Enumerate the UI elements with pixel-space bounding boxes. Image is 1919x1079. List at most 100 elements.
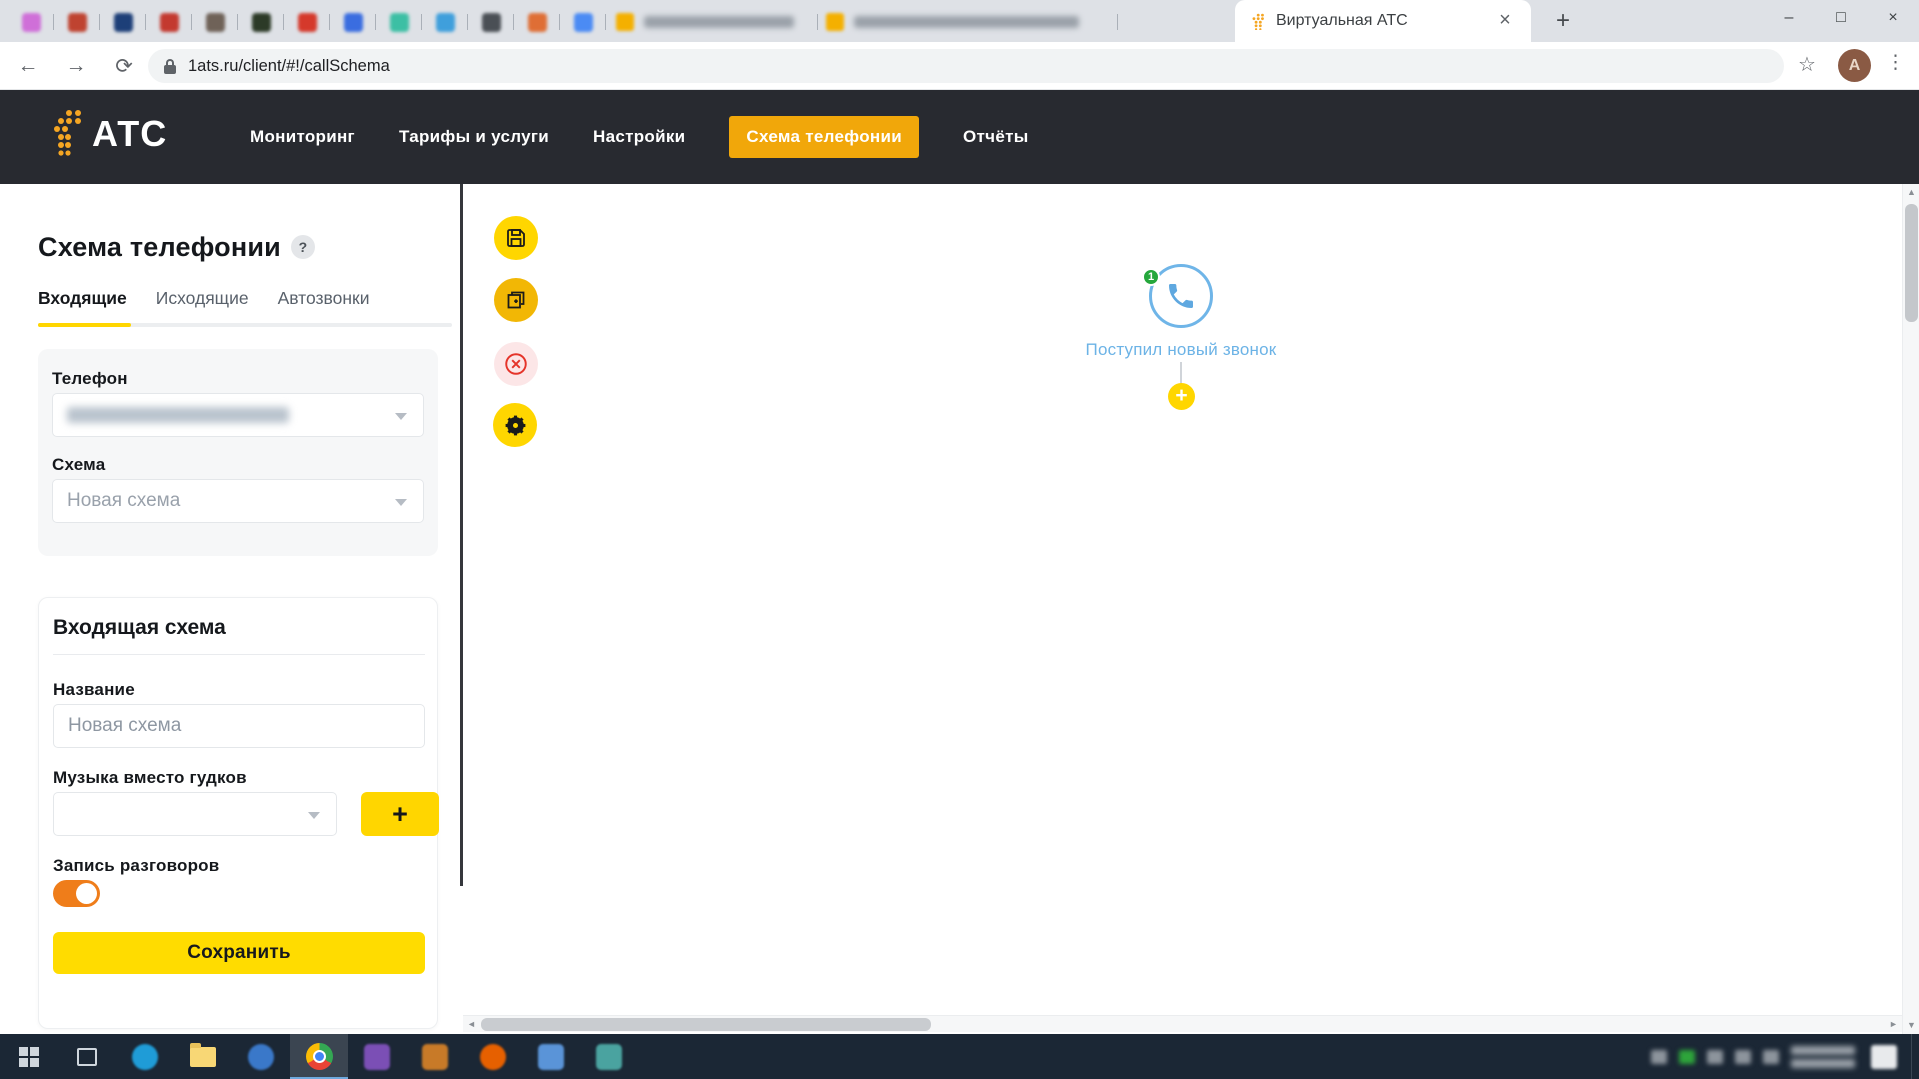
pinned-tab[interactable] [192, 5, 238, 39]
tab-underline-track [38, 323, 452, 327]
vertical-scrollbar[interactable]: ▲ ▼ [1902, 184, 1919, 1034]
site-favicon [1249, 13, 1266, 30]
add-music-button[interactable]: + [361, 792, 439, 836]
save-schema-button[interactable] [494, 216, 538, 260]
horizontal-scroll-thumb[interactable] [481, 1018, 931, 1031]
nav-item-monitoring[interactable]: Мониторинг [250, 127, 355, 147]
card-divider [53, 654, 425, 655]
copy-schema-button[interactable] [494, 278, 538, 322]
tray-icon-blurred[interactable] [1679, 1050, 1695, 1064]
app-logo[interactable]: АТС [52, 108, 167, 160]
taskbar-icon-app-purple[interactable] [348, 1034, 406, 1079]
node-label[interactable]: Поступил новый звонок [1031, 340, 1331, 360]
add-node-button[interactable]: + [1168, 383, 1195, 410]
schema-select[interactable]: Новая схема [52, 479, 424, 523]
bookmark-star-icon[interactable]: ☆ [1798, 52, 1816, 77]
toggle-knob [76, 883, 97, 904]
tab-autocalls[interactable]: Автозвонки [278, 288, 370, 323]
gear-icon [503, 413, 528, 438]
task-view-button[interactable] [58, 1034, 116, 1079]
save-button[interactable]: Сохранить [53, 932, 425, 974]
nav-item-reports[interactable]: Отчёты [963, 127, 1029, 147]
scroll-left-arrow[interactable]: ◄ [463, 1016, 480, 1033]
incoming-schema-card: Входящая схема Название Музыка вместо гу… [38, 597, 438, 1029]
phone-icon [1165, 280, 1197, 312]
help-icon[interactable]: ? [291, 235, 315, 259]
tab-incoming[interactable]: Входящие [38, 288, 127, 323]
tab-close-icon[interactable]: × [1493, 9, 1517, 33]
taskbar-icon-chrome[interactable] [290, 1034, 348, 1079]
firefox-icon [480, 1044, 506, 1070]
nav-item-settings[interactable]: Настройки [593, 127, 685, 147]
window-close-button[interactable]: × [1867, 0, 1919, 36]
horizontal-scrollbar[interactable]: ◄ ► [463, 1015, 1902, 1032]
taskbar-icon-app-amber[interactable] [406, 1034, 464, 1079]
browser-avatar[interactable]: A [1838, 49, 1871, 82]
pinned-tab[interactable] [8, 5, 54, 39]
nav-item-tariffs[interactable]: Тарифы и услуги [399, 127, 549, 147]
pinned-tab[interactable] [330, 5, 376, 39]
scroll-right-arrow[interactable]: ► [1885, 1016, 1902, 1033]
window-maximize-button[interactable]: □ [1815, 0, 1867, 36]
taskbar [0, 1034, 1919, 1079]
pinned-tab[interactable] [560, 5, 606, 39]
delete-schema-button[interactable] [494, 342, 538, 386]
browser-tab-blurred[interactable] [816, 5, 1116, 39]
scroll-up-arrow[interactable]: ▲ [1903, 184, 1919, 201]
taskbar-icon-firefox[interactable] [464, 1034, 522, 1079]
tray-icon-blurred[interactable] [1735, 1050, 1751, 1064]
taskbar-icon-media[interactable] [580, 1034, 638, 1079]
phone-select[interactable] [52, 393, 424, 437]
pinned-tab[interactable] [284, 5, 330, 39]
address-bar[interactable]: 1ats.ru/client/#!/callSchema [148, 49, 1784, 83]
start-button[interactable] [0, 1034, 58, 1079]
pinned-tab[interactable] [514, 5, 560, 39]
browser-menu-icon[interactable]: ⋮ [1886, 51, 1905, 74]
schema-tabs: Входящие Исходящие Автозвонки [38, 288, 369, 323]
forward-icon[interactable]: → [62, 52, 90, 80]
pinned-tab-favicon [68, 13, 87, 32]
new-tab-button[interactable]: + [1548, 7, 1578, 37]
music-select[interactable] [53, 792, 337, 836]
pinned-tab[interactable] [422, 5, 468, 39]
vertical-scroll-thumb[interactable] [1905, 204, 1918, 322]
tab-outgoing[interactable]: Исходящие [156, 288, 249, 323]
browser-tab-blurred[interactable] [606, 5, 816, 39]
pinned-tab[interactable] [468, 5, 514, 39]
active-tab-title: Виртуальная АТС [1276, 12, 1493, 30]
card-title: Входящая схема [53, 616, 226, 640]
tray-icon-blurred[interactable] [1651, 1050, 1667, 1064]
pinned-tab[interactable] [238, 5, 284, 39]
chevron-down-icon [308, 812, 320, 819]
taskbar-icon-explorer[interactable] [174, 1034, 232, 1079]
main-nav: Мониторинг Тарифы и услуги Настройки Схе… [250, 90, 1029, 184]
taskbar-icon-skype[interactable] [116, 1034, 174, 1079]
pinned-tab-favicon [206, 13, 225, 32]
record-toggle[interactable] [53, 880, 100, 907]
logo-dots-icon [52, 108, 86, 160]
notification-icon-blurred[interactable] [1871, 1045, 1897, 1069]
chevron-down-icon [395, 499, 407, 506]
clock-blurred[interactable] [1791, 1044, 1855, 1070]
taskbar-icon-network[interactable] [232, 1034, 290, 1079]
url-text[interactable]: 1ats.ru/client/#!/callSchema [188, 57, 390, 76]
browser-tab-active[interactable]: Виртуальная АТС × [1235, 0, 1531, 42]
back-icon[interactable]: ← [14, 52, 42, 80]
lock-icon[interactable] [164, 59, 176, 74]
pinned-tab[interactable] [376, 5, 422, 39]
pinned-tab[interactable] [54, 5, 100, 39]
show-desktop-button[interactable] [1911, 1034, 1919, 1079]
tray-icon-blurred[interactable] [1707, 1050, 1723, 1064]
nav-item-call-schema[interactable]: Схема телефонии [729, 116, 919, 158]
tray-icon-blurred[interactable] [1763, 1050, 1779, 1064]
scroll-down-arrow[interactable]: ▼ [1903, 1017, 1919, 1034]
schema-settings-button[interactable] [493, 403, 537, 447]
window-minimize-button[interactable]: – [1763, 0, 1815, 36]
pinned-tab[interactable] [100, 5, 146, 39]
panel-divider[interactable] [460, 184, 463, 886]
taskbar-icon-doc[interactable] [522, 1034, 580, 1079]
blurred-tab-title [644, 16, 794, 28]
pinned-tab[interactable] [146, 5, 192, 39]
schema-name-input[interactable] [53, 704, 425, 748]
reload-icon[interactable]: ⟳ [110, 52, 138, 80]
